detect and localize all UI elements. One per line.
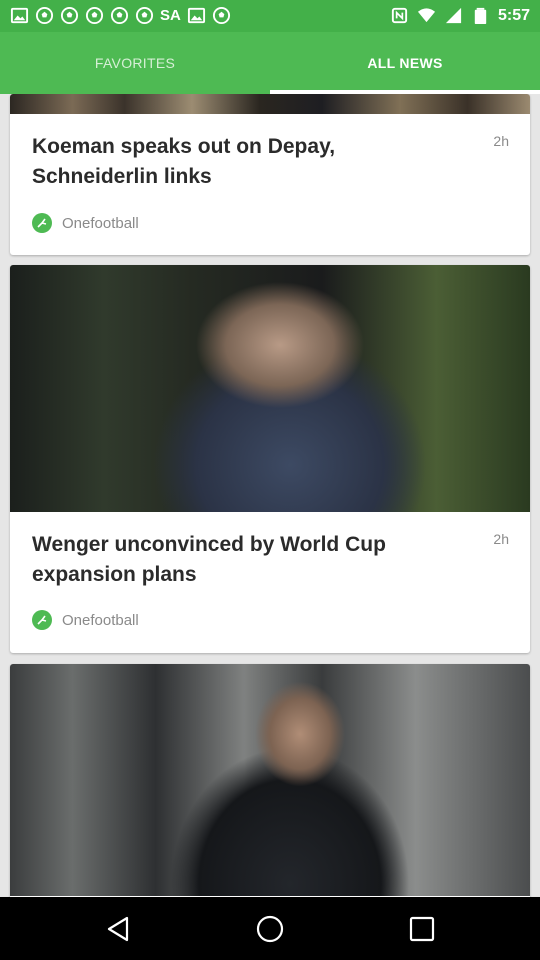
article-image[interactable] <box>10 664 530 896</box>
article-headline[interactable]: Koeman speaks out on Depay, Schneiderlin… <box>32 132 462 192</box>
back-icon[interactable] <box>101 912 135 946</box>
article-image[interactable] <box>10 265 530 512</box>
soccer-ball-icon <box>85 6 104 25</box>
soccer-ball-icon <box>110 6 129 25</box>
wifi-icon <box>417 6 436 25</box>
clock: 5:57 <box>497 7 530 24</box>
tab-favorites[interactable]: FAVORITES <box>0 32 270 94</box>
article-image[interactable] <box>10 94 530 114</box>
system-icons: 5:57 <box>390 6 530 25</box>
source-name: Onefootball <box>62 214 139 232</box>
tab-all-news[interactable]: ALL NEWS <box>270 32 540 94</box>
carrier-label: SA <box>160 7 181 24</box>
signal-icon <box>444 6 463 25</box>
notification-icons: SA <box>10 6 231 25</box>
article-card[interactable]: Wenger unconvinced by World Cup expansio… <box>10 265 530 653</box>
news-feed[interactable]: Koeman speaks out on Depay, Schneiderlin… <box>0 94 540 897</box>
article-source: Onefootball <box>32 610 139 630</box>
image-icon <box>187 6 206 25</box>
onefootball-icon <box>32 213 52 233</box>
article-source: Onefootball <box>32 213 139 233</box>
article-headline[interactable]: Wenger unconvinced by World Cup expansio… <box>32 530 462 590</box>
nfc-icon <box>390 6 409 25</box>
article-age: 2h <box>493 531 509 547</box>
source-name: Onefootball <box>62 611 139 629</box>
soccer-ball-icon <box>212 6 231 25</box>
battery-icon <box>471 6 490 25</box>
home-icon[interactable] <box>253 912 287 946</box>
article-age: 2h <box>493 133 509 149</box>
status-bar: SA 5:57 <box>0 0 540 32</box>
navigation-bar <box>0 897 540 960</box>
image-icon <box>10 6 29 25</box>
article-card[interactable]: Koeman speaks out on Depay, Schneiderlin… <box>10 94 530 255</box>
soccer-ball-icon <box>35 6 54 25</box>
soccer-ball-icon <box>60 6 79 25</box>
article-card[interactable] <box>10 664 530 897</box>
recents-icon[interactable] <box>405 912 439 946</box>
soccer-ball-icon <box>135 6 154 25</box>
tab-bar: FAVORITES ALL NEWS <box>0 32 540 94</box>
onefootball-icon <box>32 610 52 630</box>
